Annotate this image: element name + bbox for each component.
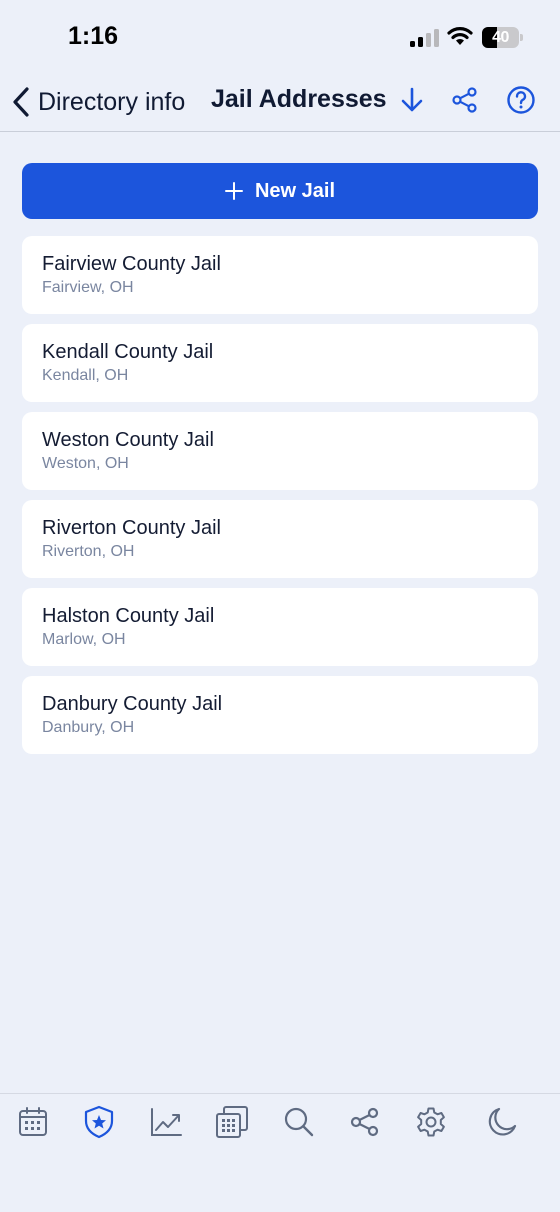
calculator-icon (216, 1106, 248, 1138)
tab-calendar[interactable] (15, 1104, 51, 1140)
calendar-icon (19, 1107, 47, 1136)
status-time: 1:16 (68, 22, 119, 50)
moon-icon (488, 1107, 517, 1136)
plus-icon (224, 182, 243, 200)
chevron-left-icon (13, 87, 29, 117)
jail-location: Danbury, OH (42, 719, 135, 736)
download-button[interactable] (396, 84, 428, 116)
battery-percentage: 40 (492, 29, 509, 46)
wifi-icon (447, 27, 473, 45)
shield-star-icon (84, 1105, 114, 1139)
tab-settings[interactable] (413, 1104, 449, 1140)
jail-name: Riverton County Jail (42, 517, 221, 539)
help-button[interactable] (505, 84, 537, 116)
share-button[interactable] (449, 84, 481, 116)
share-icon (350, 1107, 379, 1137)
jail-location: Fairview, OH (42, 279, 134, 296)
jail-location: Marlow, OH (42, 631, 126, 648)
navigation-bar: Directory info Jail Addresses (0, 76, 560, 132)
new-jail-button[interactable]: New Jail (22, 163, 538, 219)
new-jail-label: New Jail (254, 179, 336, 202)
jail-name: Fairview County Jail (42, 253, 221, 275)
jail-list: Fairview County Jail Fairview, OH Kendal… (22, 236, 538, 764)
tab-share[interactable] (347, 1104, 383, 1140)
list-item[interactable]: Riverton County Jail Riverton, OH (22, 500, 538, 578)
back-button[interactable]: Directory info (10, 80, 185, 124)
jail-name: Halston County Jail (42, 605, 215, 627)
tab-bar (0, 1093, 560, 1212)
tab-search[interactable] (281, 1104, 317, 1140)
list-item[interactable]: Halston County Jail Marlow, OH (22, 588, 538, 666)
jail-location: Kendall, OH (42, 367, 129, 384)
battery-indicator: 40 (482, 27, 523, 48)
settings-gear-icon (417, 1107, 445, 1137)
jail-name: Danbury County Jail (42, 693, 223, 715)
list-item[interactable]: Weston County Jail Weston, OH (22, 412, 538, 490)
cellular-signal-icon (410, 29, 439, 47)
trend-chart-icon (151, 1108, 182, 1136)
tab-shield[interactable] (81, 1104, 117, 1140)
download-icon (401, 87, 423, 112)
help-icon (507, 86, 535, 114)
list-item[interactable]: Fairview County Jail Fairview, OH (22, 236, 538, 314)
list-item[interactable]: Danbury County Jail Danbury, OH (22, 676, 538, 754)
share-icon (452, 87, 477, 113)
status-bar: 1:16 40 (0, 0, 560, 76)
list-item[interactable]: Kendall County Jail Kendall, OH (22, 324, 538, 402)
back-label: Directory info (38, 87, 186, 116)
tab-calculator[interactable] (214, 1104, 250, 1140)
page-title: Jail Addresses (211, 85, 387, 113)
search-icon (284, 1107, 314, 1137)
jail-name: Weston County Jail (42, 429, 214, 451)
jail-location: Riverton, OH (42, 543, 135, 560)
tab-trends[interactable] (148, 1104, 184, 1140)
jail-location: Weston, OH (42, 455, 129, 472)
tab-dark-mode[interactable] (484, 1104, 520, 1140)
jail-name: Kendall County Jail (42, 341, 214, 363)
